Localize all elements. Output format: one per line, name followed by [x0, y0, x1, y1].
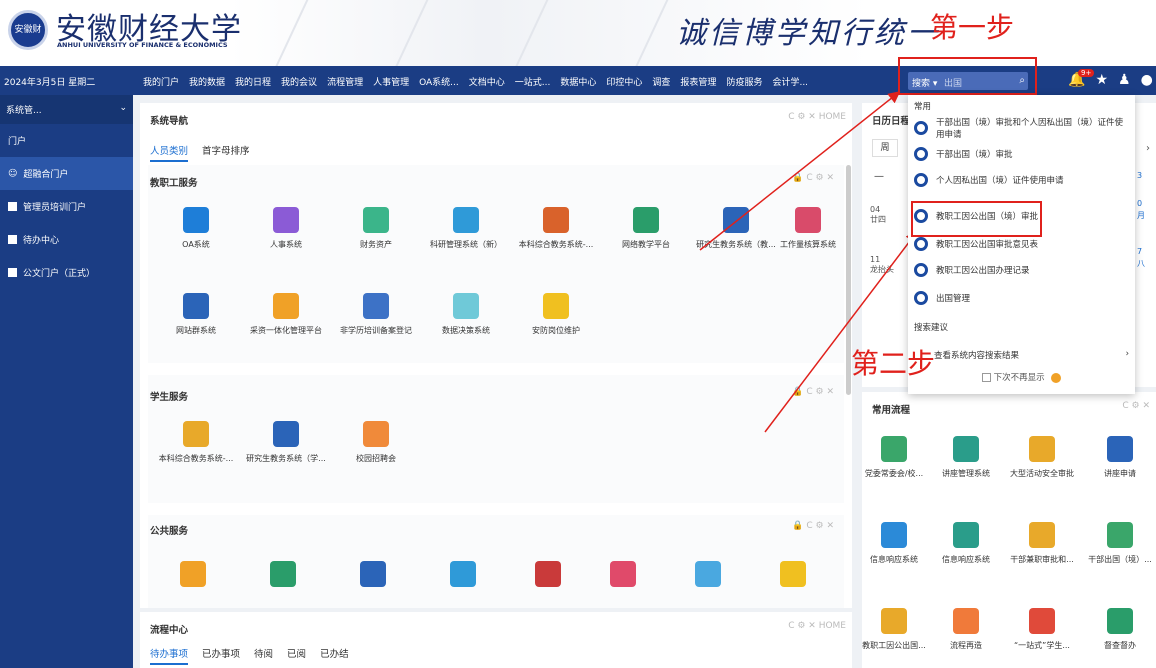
- suggestion-item[interactable]: 教职工因公出国办理记录: [914, 259, 1129, 281]
- search-dropdown: 常用 干部出国（境）审批和个人因私出国（境）证件使用申请 干部出国（境）审批 个…: [908, 95, 1135, 394]
- dont-show-again[interactable]: 下次不再显示: [908, 371, 1135, 383]
- view-all-results[interactable]: 查看系统内容搜索结果 ›: [914, 349, 1129, 361]
- suggestion-item[interactable]: 干部出国（境）审批: [914, 143, 1129, 165]
- suggest-title: 搜索建议: [914, 323, 949, 333]
- process-icon: [914, 147, 928, 161]
- chevron-right-icon: ›: [1125, 349, 1129, 359]
- arrow-to-search: [699, 91, 901, 251]
- target-highlight-box: [911, 201, 1042, 237]
- checkbox[interactable]: [981, 373, 991, 382]
- process-icon: [914, 237, 928, 251]
- suggestion-item[interactable]: 出国管理: [914, 287, 1129, 309]
- step2-annotation: 第二步: [851, 347, 936, 380]
- process-icon: [914, 121, 928, 135]
- help-icon[interactable]: [1051, 372, 1062, 383]
- process-icon: [914, 173, 928, 187]
- arrow-to-item: [764, 230, 918, 433]
- process-icon: [914, 291, 928, 305]
- suggestion-item[interactable]: 干部出国（境）审批和个人因私出国（境）证件使用申请: [914, 117, 1129, 140]
- process-icon: [914, 263, 928, 277]
- suggestion-item[interactable]: 个人因私出国（境）证件使用申请: [914, 169, 1129, 191]
- group-title: 常用: [914, 102, 932, 112]
